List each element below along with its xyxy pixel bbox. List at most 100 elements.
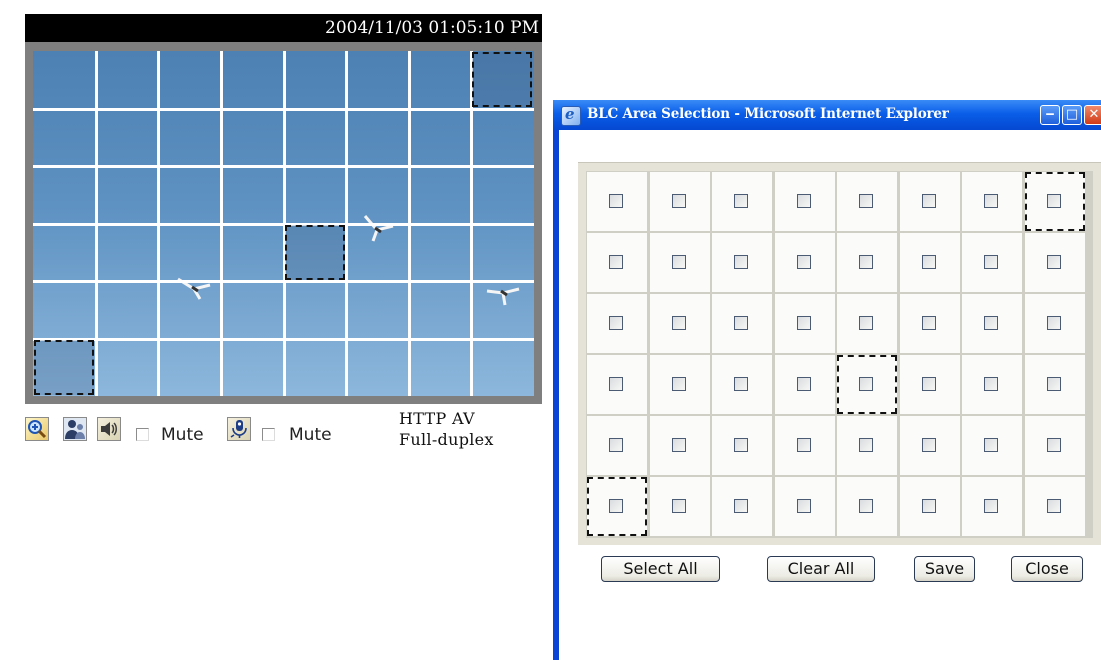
window-border (553, 100, 559, 660)
video-selected-region (472, 52, 532, 107)
blc-cell (650, 233, 710, 292)
blc-cell (775, 355, 835, 414)
blc-area-checkbox[interactable] (734, 255, 748, 269)
blc-cell (1025, 233, 1085, 292)
blc-area-checkbox[interactable] (922, 438, 936, 452)
internet-explorer-icon (561, 105, 581, 126)
speaker-button[interactable] (97, 417, 121, 441)
blc-area-checkbox[interactable] (609, 316, 623, 330)
blc-cell (900, 294, 960, 353)
blc-area-checkbox[interactable] (1047, 194, 1061, 208)
blc-area-checkbox[interactable] (672, 499, 686, 513)
close-icon: ✕ (1088, 107, 1100, 122)
speaker-icon (101, 422, 117, 436)
blc-cell (837, 294, 897, 353)
blc-cell (775, 172, 835, 231)
blc-area-checkbox[interactable] (609, 438, 623, 452)
blc-area-checkbox[interactable] (609, 377, 623, 391)
talk-button[interactable] (63, 417, 87, 441)
blc-cell (837, 416, 897, 475)
blc-area-checkbox[interactable] (1047, 316, 1061, 330)
blc-cell (775, 416, 835, 475)
blc-cell (837, 172, 897, 231)
blc-area-checkbox[interactable] (734, 377, 748, 391)
blc-cell (900, 355, 960, 414)
blc-area-checkbox[interactable] (1047, 377, 1061, 391)
video-selected-region (34, 340, 94, 395)
blc-area-checkbox[interactable] (609, 255, 623, 269)
minimize-icon: ‒ (1045, 107, 1055, 122)
video-grid-line (33, 165, 534, 168)
blc-area-checkbox[interactable] (859, 316, 873, 330)
blc-area-checkbox[interactable] (859, 438, 873, 452)
blc-area-checkbox[interactable] (609, 499, 623, 513)
duplex-label: Full-duplex (399, 430, 494, 449)
blc-cell (650, 416, 710, 475)
blc-area-checkbox[interactable] (797, 316, 811, 330)
blc-area-checkbox[interactable] (797, 438, 811, 452)
blc-area-checkbox[interactable] (984, 377, 998, 391)
close-window-button[interactable]: ✕ (1084, 105, 1101, 125)
blc-cell (1025, 416, 1085, 475)
blc-area-checkbox[interactable] (984, 438, 998, 452)
bird-image (363, 215, 394, 242)
blc-cell (712, 294, 772, 353)
blc-cell (712, 416, 772, 475)
blc-area-checkbox[interactable] (984, 499, 998, 513)
blc-area-checkbox[interactable] (734, 194, 748, 208)
microphone-mute-label: Mute (289, 425, 332, 445)
blc-area-checkbox[interactable] (922, 377, 936, 391)
popup-titlebar[interactable]: BLC Area Selection - Microsoft Internet … (553, 100, 1101, 130)
blc-area-checkbox[interactable] (672, 194, 686, 208)
save-button[interactable]: Save (914, 556, 975, 582)
blc-area-checkbox[interactable] (984, 194, 998, 208)
blc-area-checkbox[interactable] (859, 194, 873, 208)
maximize-button[interactable]: □ (1062, 105, 1082, 125)
video-frame (25, 42, 542, 404)
blc-area-checkbox[interactable] (984, 316, 998, 330)
blc-area-checkbox[interactable] (672, 438, 686, 452)
select-all-button[interactable]: Select All (601, 556, 720, 582)
speaker-mute-checkbox[interactable] (136, 428, 149, 441)
blc-area-checkbox[interactable] (734, 438, 748, 452)
protocol-label: HTTP AV (399, 409, 475, 428)
blc-cell (775, 233, 835, 292)
blc-area-checkbox[interactable] (797, 499, 811, 513)
blc-area-checkbox[interactable] (984, 255, 998, 269)
blc-area-checkbox[interactable] (859, 499, 873, 513)
blc-area-checkbox[interactable] (797, 194, 811, 208)
zoom-in-button[interactable] (25, 417, 49, 441)
blc-area-checkbox[interactable] (922, 194, 936, 208)
blc-area-checkbox[interactable] (922, 255, 936, 269)
blc-area-checkbox[interactable] (859, 377, 873, 391)
blc-area-checkbox[interactable] (859, 255, 873, 269)
blc-area-checkbox[interactable] (609, 194, 623, 208)
blc-area-checkbox[interactable] (797, 377, 811, 391)
blc-area-checkbox[interactable] (922, 499, 936, 513)
blc-area-checkbox[interactable] (672, 316, 686, 330)
close-button[interactable]: Close (1011, 556, 1083, 582)
microphone-button[interactable] (227, 417, 251, 441)
microphone-mute-checkbox[interactable] (262, 428, 275, 441)
video-grid-line (33, 223, 534, 226)
blc-cell (837, 233, 897, 292)
blc-cell (837, 355, 897, 414)
clear-all-button[interactable]: Clear All (767, 556, 875, 582)
blc-area-checkbox[interactable] (672, 255, 686, 269)
blc-area-checkbox[interactable] (734, 499, 748, 513)
blc-area-checkbox[interactable] (922, 316, 936, 330)
blc-area-checkbox[interactable] (734, 316, 748, 330)
blc-area-checkbox[interactable] (1047, 499, 1061, 513)
blc-area-checkbox[interactable] (797, 255, 811, 269)
blc-area-checkbox[interactable] (672, 377, 686, 391)
blc-area-checkbox[interactable] (1047, 438, 1061, 452)
blc-cell (1025, 477, 1085, 536)
blc-grid (586, 171, 1093, 538)
minimize-button[interactable]: ‒ (1040, 105, 1060, 125)
people-icon (65, 420, 85, 439)
blc-cell (900, 172, 960, 231)
blc-cell (837, 477, 897, 536)
blc-area-checkbox[interactable] (1047, 255, 1061, 269)
zoom-in-magnifier-icon (28, 420, 47, 439)
blc-cell (712, 477, 772, 536)
